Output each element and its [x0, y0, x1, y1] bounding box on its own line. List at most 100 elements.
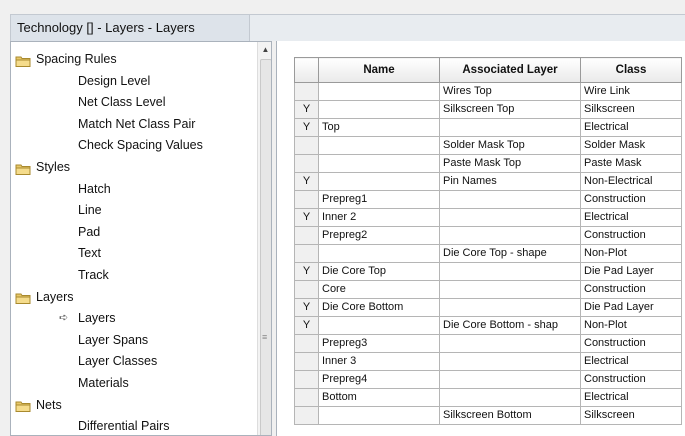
name-cell[interactable]: Prepreg1: [318, 190, 440, 209]
column-header-name[interactable]: Name: [318, 57, 440, 83]
name-cell[interactable]: Top: [318, 118, 440, 137]
table-row[interactable]: Prepreg4 Construction: [294, 370, 682, 389]
associated-layer-cell[interactable]: Wires Top: [439, 82, 581, 101]
table-row[interactable]: Wires Top Wire Link: [294, 82, 682, 101]
associated-layer-cell[interactable]: Silkscreen Bottom: [439, 406, 581, 425]
name-cell[interactable]: [318, 136, 440, 155]
table-row[interactable]: Y Die Core Top Die Pad Layer: [294, 262, 682, 281]
tree-folder[interactable]: Spacing Rules: [15, 49, 117, 69]
row-flag-cell[interactable]: [294, 226, 319, 245]
row-flag-cell[interactable]: [294, 352, 319, 371]
name-cell[interactable]: [318, 406, 440, 425]
tree-folder[interactable]: Styles: [15, 157, 70, 177]
table-row[interactable]: Y Top Electrical: [294, 118, 682, 137]
row-flag-cell[interactable]: [294, 136, 319, 155]
class-cell[interactable]: Silkscreen: [580, 406, 682, 425]
row-flag-cell[interactable]: [294, 280, 319, 299]
associated-layer-cell[interactable]: Pin Names: [439, 172, 581, 191]
row-flag-cell[interactable]: [294, 370, 319, 389]
associated-layer-cell[interactable]: [439, 388, 581, 407]
tree-item[interactable]: Check Spacing Values: [78, 135, 203, 155]
table-row[interactable]: Core Construction: [294, 280, 682, 299]
tree-item[interactable]: Line: [78, 200, 102, 220]
row-flag-cell[interactable]: [294, 190, 319, 209]
table-row[interactable]: Solder Mask Top Solder Mask: [294, 136, 682, 155]
class-cell[interactable]: Solder Mask: [580, 136, 682, 155]
tree-folder[interactable]: Nets: [15, 395, 62, 415]
table-row[interactable]: Die Core Top - shape Non-Plot: [294, 244, 682, 263]
name-cell[interactable]: Die Core Top: [318, 262, 440, 281]
associated-layer-cell[interactable]: Solder Mask Top: [439, 136, 581, 155]
tree-item[interactable]: Design Level: [78, 71, 150, 91]
class-cell[interactable]: Electrical: [580, 352, 682, 371]
class-cell[interactable]: Non-Plot: [580, 244, 682, 263]
class-cell[interactable]: Die Pad Layer: [580, 298, 682, 317]
tree-item[interactable]: Hatch: [78, 179, 111, 199]
column-header-class[interactable]: Class: [580, 57, 682, 83]
associated-layer-cell[interactable]: [439, 118, 581, 137]
class-cell[interactable]: Electrical: [580, 208, 682, 227]
tree-item[interactable]: Pad: [78, 222, 100, 242]
class-cell[interactable]: Construction: [580, 280, 682, 299]
name-cell[interactable]: [318, 316, 440, 335]
name-cell[interactable]: Bottom: [318, 388, 440, 407]
row-flag-cell[interactable]: [294, 388, 319, 407]
associated-layer-cell[interactable]: [439, 298, 581, 317]
name-cell[interactable]: Inner 2: [318, 208, 440, 227]
associated-layer-cell[interactable]: [439, 334, 581, 353]
table-row[interactable]: Prepreg3 Construction: [294, 334, 682, 353]
column-header-associated-layer[interactable]: Associated Layer: [439, 57, 581, 83]
table-row[interactable]: Y Silkscreen Top Silkscreen: [294, 100, 682, 119]
class-cell[interactable]: Wire Link: [580, 82, 682, 101]
class-cell[interactable]: Non-Plot: [580, 316, 682, 335]
associated-layer-cell[interactable]: [439, 262, 581, 281]
tree-item[interactable]: Layer Classes: [78, 351, 157, 371]
table-row[interactable]: Y Die Core Bottom Die Pad Layer: [294, 298, 682, 317]
table-row[interactable]: Silkscreen Bottom Silkscreen: [294, 406, 682, 425]
name-cell[interactable]: [318, 82, 440, 101]
table-row[interactable]: Y Die Core Bottom - shap Non-Plot: [294, 316, 682, 335]
row-flag-cell[interactable]: [294, 154, 319, 173]
table-row[interactable]: Inner 3 Electrical: [294, 352, 682, 371]
name-cell[interactable]: Die Core Bottom: [318, 298, 440, 317]
tree-item[interactable]: Differential Pairs: [78, 416, 169, 435]
associated-layer-cell[interactable]: Die Core Bottom - shap: [439, 316, 581, 335]
table-row[interactable]: Bottom Electrical: [294, 388, 682, 407]
table-row[interactable]: Paste Mask Top Paste Mask: [294, 154, 682, 173]
associated-layer-cell[interactable]: [439, 190, 581, 209]
tree-item[interactable]: Net Class Level: [78, 92, 166, 112]
tree-item[interactable]: Text: [78, 243, 101, 263]
name-cell[interactable]: Prepreg2: [318, 226, 440, 245]
tree-item[interactable]: Match Net Class Pair: [78, 114, 195, 134]
row-flag-cell[interactable]: Y: [294, 118, 319, 137]
row-flag-cell[interactable]: [294, 82, 319, 101]
class-cell[interactable]: Construction: [580, 190, 682, 209]
associated-layer-cell[interactable]: [439, 208, 581, 227]
name-cell[interactable]: [318, 100, 440, 119]
class-cell[interactable]: Electrical: [580, 118, 682, 137]
scroll-up-arrow-icon[interactable]: ▲: [258, 42, 271, 58]
scrollbar-thumb[interactable]: [260, 59, 271, 435]
associated-layer-cell[interactable]: [439, 226, 581, 245]
associated-layer-cell[interactable]: [439, 280, 581, 299]
row-flag-cell[interactable]: Y: [294, 262, 319, 281]
name-cell[interactable]: Core: [318, 280, 440, 299]
class-cell[interactable]: Die Pad Layer: [580, 262, 682, 281]
row-flag-cell[interactable]: [294, 244, 319, 263]
associated-layer-cell[interactable]: Die Core Top - shape: [439, 244, 581, 263]
associated-layer-cell[interactable]: [439, 352, 581, 371]
name-cell[interactable]: Inner 3: [318, 352, 440, 371]
name-cell[interactable]: [318, 244, 440, 263]
tree-item[interactable]: Track: [78, 265, 109, 285]
row-flag-cell[interactable]: Y: [294, 208, 319, 227]
row-flag-cell[interactable]: Y: [294, 172, 319, 191]
row-flag-cell[interactable]: [294, 406, 319, 425]
row-flag-cell[interactable]: Y: [294, 316, 319, 335]
table-row[interactable]: Prepreg1 Construction: [294, 190, 682, 209]
class-cell[interactable]: Construction: [580, 226, 682, 245]
class-cell[interactable]: Paste Mask: [580, 154, 682, 173]
class-cell[interactable]: Electrical: [580, 388, 682, 407]
tree-folder[interactable]: Layers: [15, 287, 74, 307]
row-flag-cell[interactable]: Y: [294, 298, 319, 317]
associated-layer-cell[interactable]: Paste Mask Top: [439, 154, 581, 173]
